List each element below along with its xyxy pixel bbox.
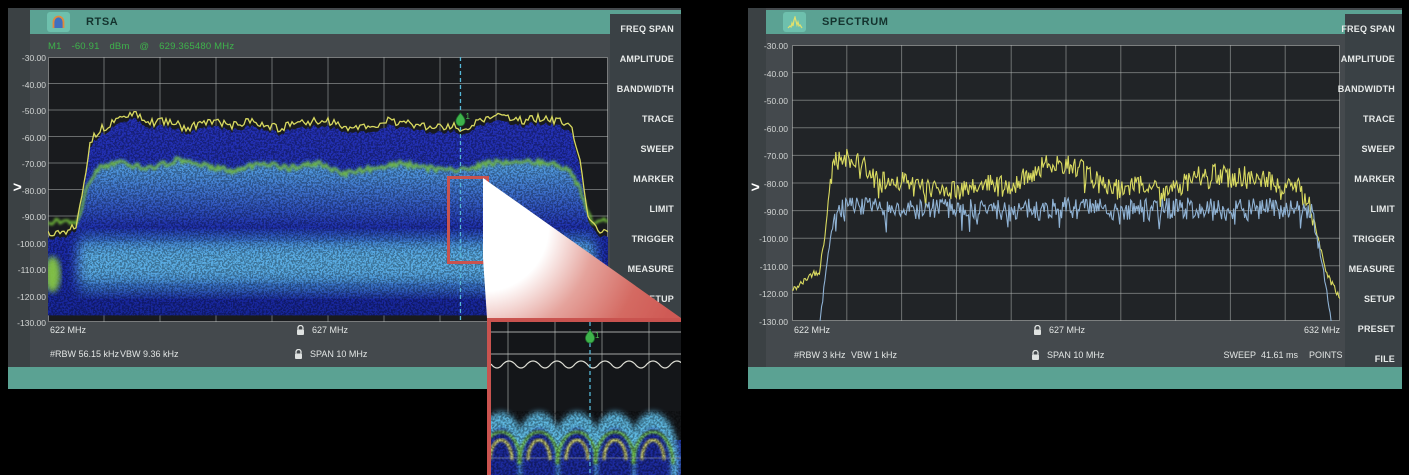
span-label: SPAN 10 MHz [1047,350,1104,360]
spectrum-menu-item-trigger[interactable]: TRIGGER [1345,224,1402,254]
marker-freq: 629.365480 MHz [159,41,234,52]
marker-id: M1 [48,41,62,52]
rtsa-menu-item-bandwidth[interactable]: BANDWIDTH [610,74,681,104]
spectrum-menu-item-freq-span[interactable]: FREQ SPAN [1345,14,1402,44]
y-tick-label: -90.00 [10,212,46,222]
spectrum-menu-item-marker[interactable]: MARKER [1345,164,1402,194]
y-tick-label: -70.00 [10,159,46,169]
rtsa-titlebar: RTSA [30,10,681,34]
spectrum-plot-area[interactable] [792,45,1340,321]
y-tick-label: -50.00 [10,106,46,116]
rtsa-app-icon [47,12,70,32]
window-title: SPECTRUM [822,16,889,28]
y-tick-label: -30.00 [752,41,788,51]
y-tick-label: -80.00 [10,186,46,196]
y-tick-label: -80.00 [752,179,788,189]
y-tick-label: -60.00 [752,124,788,134]
rbw-label: #RBW 3 kHz [794,350,846,360]
y-tick-label: -40.00 [10,80,46,90]
y-tick-label: -120.00 [752,289,788,299]
marker-at: @ [139,41,149,52]
spectrum-menu-item-preset[interactable]: PRESET [1345,314,1402,344]
sweep-label: SWEEP [1223,350,1256,360]
window-title: RTSA [86,16,118,28]
y-tick-label: -30.00 [10,53,46,63]
mini-spectrum-icon [787,16,803,29]
spectrum-footer-bar [748,367,1402,389]
spectrum-menu-item-sweep[interactable]: SWEEP [1345,134,1402,164]
center-freq-label: 627 MHz [1049,325,1085,335]
y-tick-label: -40.00 [752,69,788,79]
spectrum-freq-row: 622 MHz 627 MHz 632 MHz [748,325,1402,337]
spectrum-menu-item-trace[interactable]: TRACE [1345,104,1402,134]
zoom-inset-view: 1 [487,318,681,475]
y-tick-label: -100.00 [752,234,788,244]
spectrum-app-icon [783,12,806,32]
span-lock-icon[interactable] [294,349,303,360]
marker-unit: dBm [109,41,129,52]
span-label: SPAN 10 MHz [310,349,367,359]
y-tick-label: -110.00 [10,265,46,275]
desktop: { "accent_teal": "#5ba293", "colors": { … [0,0,1409,475]
spectrum-menu-item-setup[interactable]: SETUP [1345,284,1402,314]
spectrum-menu-item-measure[interactable]: MEASURE [1345,254,1402,284]
stop-freq-label: 632 MHz [1304,325,1340,335]
svg-text:1: 1 [595,331,600,340]
spectrum-menu-item-limit[interactable]: LIMIT [1345,194,1402,224]
y-tick-label: -50.00 [752,96,788,106]
rtsa-menu-item-freq-span[interactable]: FREQ SPAN [610,14,681,44]
marker-readout: M1 -60.91 dBm @ 629.365480 MHz [48,41,241,52]
zoom-callout-fan [483,176,681,318]
start-freq-label: 622 MHz [50,325,86,335]
rtsa-menu-item-amplitude[interactable]: AMPLITUDE [610,44,681,74]
vbw-label: VBW 1 kHz [851,350,897,360]
y-tick-label: -120.00 [10,292,46,302]
marker-level: -60.91 [71,41,99,52]
rtsa-menu-item-trace[interactable]: TRACE [610,104,681,134]
spectrum-titlebar: SPECTRUM [766,10,1402,34]
y-tick-label: -60.00 [10,133,46,143]
y-tick-label: -90.00 [752,207,788,217]
rtsa-menu-item-sweep[interactable]: SWEEP [610,134,681,164]
start-freq-label: 622 MHz [794,325,830,335]
span-lock-icon[interactable] [1031,350,1040,361]
persistence-arch-icon [51,15,66,29]
vbw-label: VBW 9.36 kHz [120,349,179,359]
y-tick-label: -110.00 [752,262,788,272]
rbw-label: #RBW 56.15 kHz [50,349,119,359]
spectrum-bw-row: #RBW 3 kHz VBW 1 kHz SPAN 10 MHz SWEEP 4… [748,350,1402,362]
spectrum-window: > SPECTRUM -30.00-40.00-50.00-60.00-70.0… [748,8,1402,389]
spectrum-menu-item-bandwidth[interactable]: BANDWIDTH [1345,74,1402,104]
center-freq-label: 627 MHz [312,325,348,335]
spectrum-menu-item-amplitude[interactable]: AMPLITUDE [1345,44,1402,74]
y-tick-label: -100.00 [10,239,46,249]
center-freq-lock-icon[interactable] [1033,325,1042,336]
spectrum-menu: FREQ SPANAMPLITUDEBANDWIDTHTRACESWEEPMAR… [1345,14,1402,367]
y-tick-label: -70.00 [752,151,788,161]
sweep-time: 41.61 ms [1261,350,1298,360]
center-freq-lock-icon[interactable] [296,325,305,336]
svg-text:1: 1 [465,112,470,121]
